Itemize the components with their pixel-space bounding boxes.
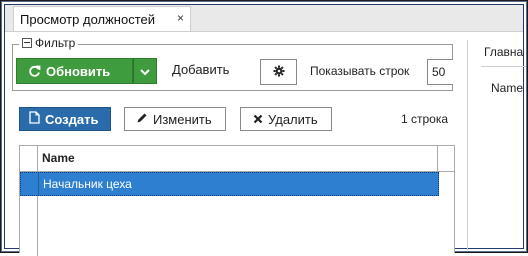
delete-button[interactable]: Удалить: [240, 107, 332, 131]
header-tail: [438, 146, 454, 171]
tab-main[interactable]: Главна: [484, 45, 523, 59]
name-field-label: Name: [491, 81, 524, 95]
row-select-cell[interactable]: [21, 173, 39, 195]
refresh-icon: [27, 64, 41, 78]
column-header-name[interactable]: Name: [42, 151, 75, 165]
row-name-cell: Начальник цеха: [43, 177, 132, 191]
add-link[interactable]: Добавить: [172, 62, 229, 77]
settings-button[interactable]: [260, 59, 297, 85]
close-icon[interactable]: ×: [177, 11, 184, 25]
filter-legend[interactable]: Фильтр: [19, 36, 79, 50]
refresh-button[interactable]: Обновить: [16, 58, 133, 84]
header-select-cell[interactable]: [20, 146, 38, 171]
tab-title: Просмотр должностей: [20, 11, 156, 27]
splitter[interactable]: [467, 40, 468, 250]
refresh-label: Обновить: [46, 63, 111, 79]
positions-grid: Name Начальник цеха: [19, 145, 455, 256]
rows-per-page-input[interactable]: 50: [427, 59, 453, 85]
pencil-icon: [136, 112, 148, 127]
edit-label: Изменить: [153, 111, 212, 127]
grid-header: Name: [20, 146, 454, 172]
tab-strip: Просмотр должностей ×: [5, 5, 523, 32]
filter-legend-label: Фильтр: [35, 36, 76, 50]
chevron-down-icon: [140, 64, 150, 79]
tab-underline: [481, 66, 526, 67]
table-row[interactable]: Начальник цеха: [20, 172, 439, 196]
create-button[interactable]: Создать: [19, 107, 111, 131]
delete-label: Удалить: [268, 111, 318, 127]
close-x-icon: [253, 112, 263, 127]
gear-icon: [273, 65, 285, 80]
collapse-icon[interactable]: [22, 38, 32, 48]
row-count: 1 строка: [401, 112, 449, 126]
rows-per-page-label: Показывать строк: [310, 64, 410, 78]
tab-positions-view[interactable]: Просмотр должностей ×: [13, 6, 191, 31]
refresh-dropdown-button[interactable]: [133, 58, 157, 84]
document-icon: [29, 111, 40, 127]
grid-column-line: [37, 196, 38, 256]
edit-button[interactable]: Изменить: [124, 107, 226, 131]
create-label: Создать: [45, 111, 99, 127]
